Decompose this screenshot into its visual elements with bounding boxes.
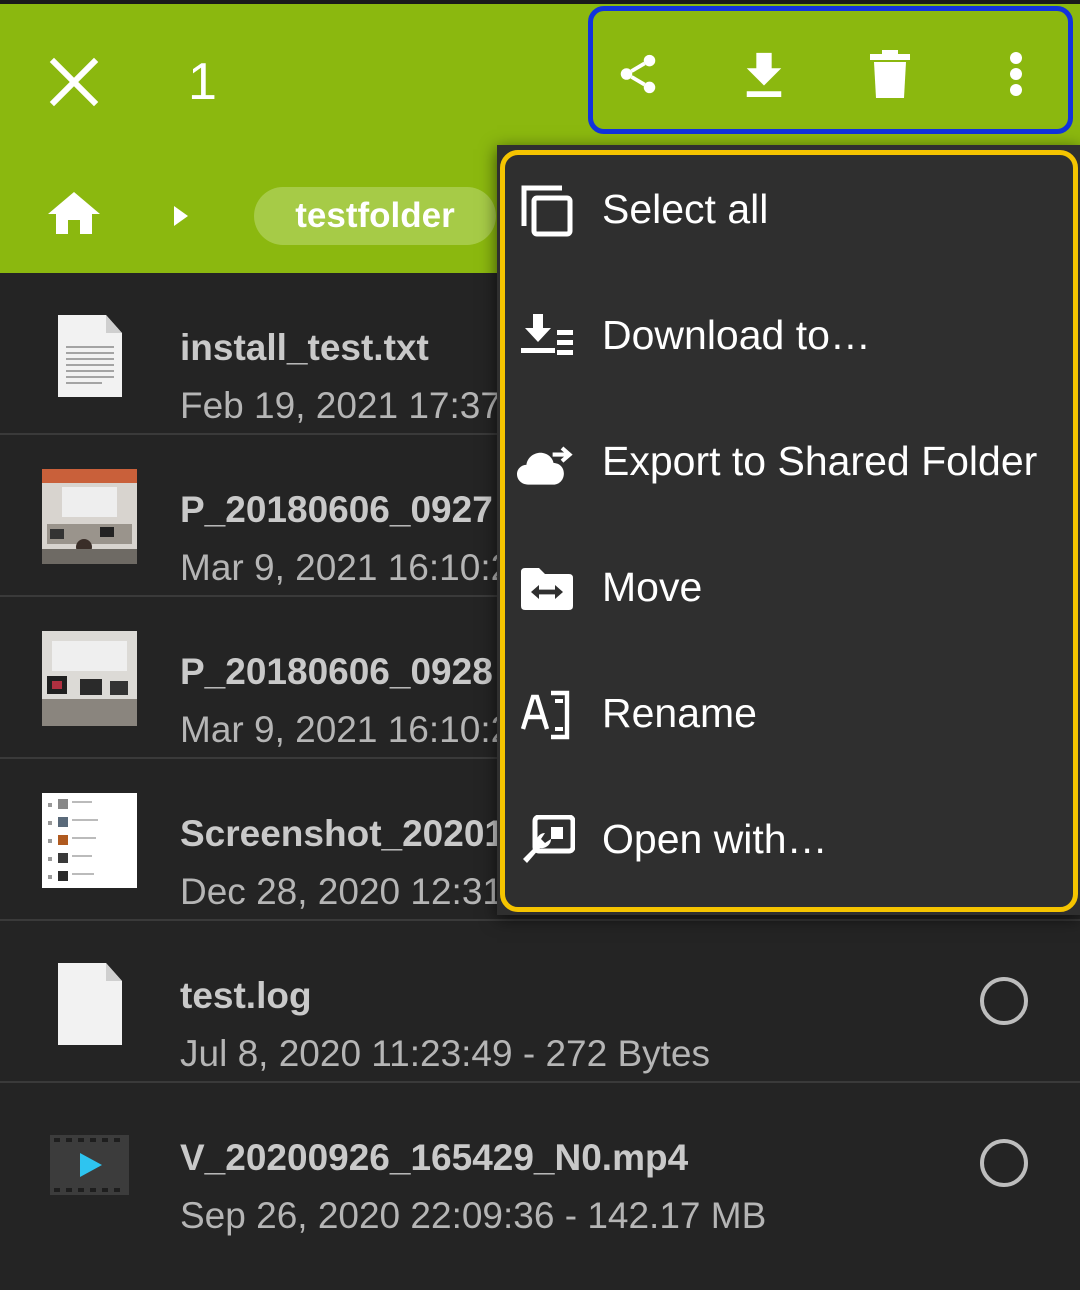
- breadcrumb-current-folder[interactable]: testfolder: [254, 187, 496, 245]
- video-file-icon: [50, 1135, 129, 1195]
- menu-item-export-shared[interactable]: Export to Shared Folder: [497, 400, 1080, 526]
- selected-count: 1: [188, 53, 217, 111]
- photo-thumbnail: [42, 631, 137, 726]
- file-meta: Sep 26, 2020 22:09:36 - 142.17 MB: [180, 1195, 767, 1236]
- screenshot-thumbnail: [42, 793, 137, 888]
- close-icon: [49, 57, 99, 107]
- move-folder-icon: [521, 568, 573, 610]
- menu-item-open-with[interactable]: Open with…: [497, 778, 1080, 904]
- file-name: P_20180606_0928: [180, 651, 493, 692]
- menu-item-rename[interactable]: Rename: [497, 652, 1080, 778]
- file-name: P_20180606_0927: [180, 489, 493, 530]
- menu-item-download-to[interactable]: Download to…: [497, 274, 1080, 400]
- chevron-right-icon: [174, 206, 188, 226]
- file-meta: Feb 19, 2021 17:37: [180, 385, 501, 426]
- actions-highlight: [588, 6, 1073, 134]
- file-meta: Mar 9, 2021 16:10:2: [180, 709, 510, 750]
- cloud-export-icon: [517, 446, 573, 485]
- home-icon: [48, 192, 100, 234]
- file-name: Screenshot_20201: [180, 813, 505, 854]
- menu-item-select-all[interactable]: Select all: [497, 148, 1080, 274]
- close-selection-button[interactable]: [46, 54, 102, 110]
- file-meta: Mar 9, 2021 16:10:2: [180, 547, 510, 588]
- select-radio[interactable]: [980, 1139, 1028, 1187]
- text-file-icon: [58, 315, 122, 397]
- select-radio[interactable]: [980, 977, 1028, 1025]
- file-name: install_test.txt: [180, 327, 429, 368]
- menu-item-label: Open with…: [602, 816, 828, 862]
- file-name: V_20200926_165429_N0.mp4: [180, 1137, 689, 1178]
- file-meta: Dec 28, 2020 12:31: [180, 871, 503, 912]
- menu-item-label: Download to…: [602, 312, 871, 358]
- file-row[interactable]: test.log Jul 8, 2020 11:23:49 - 272 Byte…: [0, 921, 1080, 1083]
- menu-item-move[interactable]: Move: [497, 526, 1080, 652]
- menu-item-label: Move: [602, 564, 703, 610]
- photo-thumbnail: [42, 469, 137, 564]
- blank-file-icon: [58, 963, 122, 1045]
- breadcrumb-separator: [172, 204, 192, 228]
- home-breadcrumb-button[interactable]: [46, 190, 106, 240]
- open-with-icon: [523, 815, 575, 863]
- select-all-icon: [521, 185, 573, 237]
- file-row[interactable]: V_20200926_165429_N0.mp4 Sep 26, 2020 22…: [0, 1083, 1080, 1243]
- download-to-icon: [521, 314, 573, 355]
- rename-icon: [521, 690, 570, 740]
- menu-item-label: Export to Shared Folder: [602, 438, 1038, 484]
- file-name: test.log: [180, 975, 312, 1016]
- file-meta: Jul 8, 2020 11:23:49 - 272 Bytes: [180, 1033, 711, 1074]
- menu-item-label: Rename: [602, 690, 757, 736]
- menu-item-label: Select all: [602, 186, 769, 232]
